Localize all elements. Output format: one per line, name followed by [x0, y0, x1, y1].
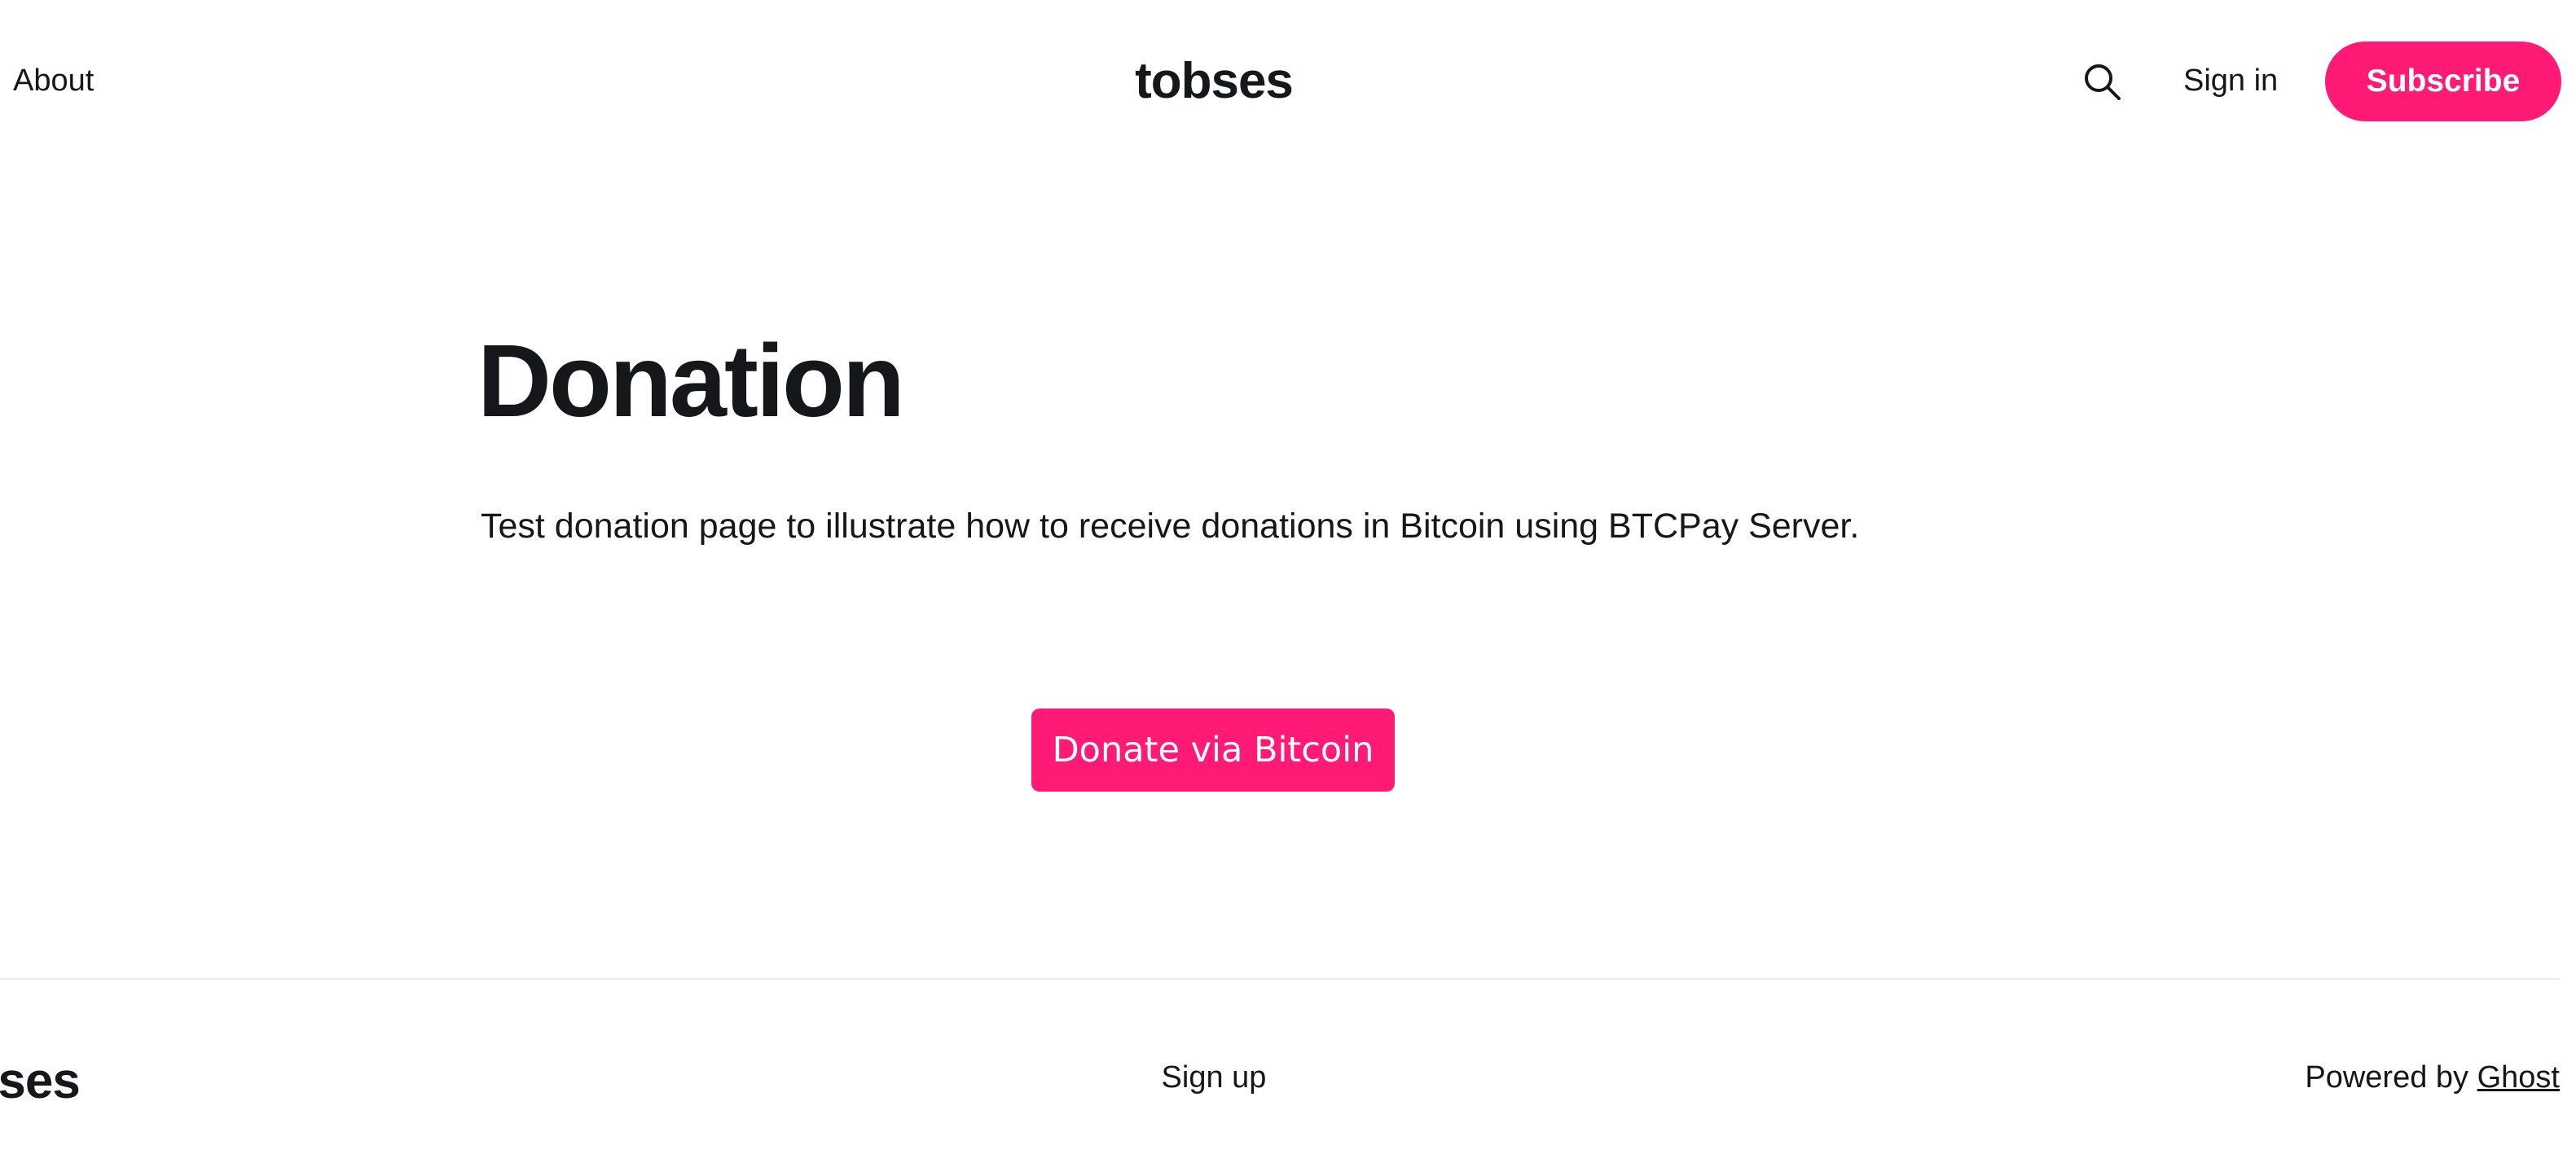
site-header: About tobses Sign in Subscribe — [0, 0, 2576, 163]
footer-signup-link[interactable]: Sign up — [1124, 1059, 1303, 1096]
search-icon — [2085, 64, 2121, 100]
page-excerpt: Test donation page to illustrate how to … — [481, 507, 1860, 546]
search-button[interactable] — [2081, 60, 2125, 104]
signin-link[interactable]: Sign in — [2183, 62, 2278, 99]
powered-by: Powered by Ghost — [2305, 1059, 2560, 1096]
footer-site-title[interactable]: tobses — [0, 1051, 81, 1112]
nav-link-about[interactable]: About — [13, 62, 94, 99]
ghost-link[interactable]: Ghost — [2477, 1060, 2560, 1095]
donate-via-bitcoin-button[interactable]: Donate via Bitcoin — [1031, 709, 1395, 792]
powered-by-label: Powered by — [2305, 1060, 2469, 1095]
site-title-logo[interactable]: tobses — [1059, 50, 1369, 112]
footer-divider — [0, 978, 2560, 980]
subscribe-button[interactable]: Subscribe — [2325, 42, 2561, 121]
page-title: Donation — [477, 323, 905, 438]
